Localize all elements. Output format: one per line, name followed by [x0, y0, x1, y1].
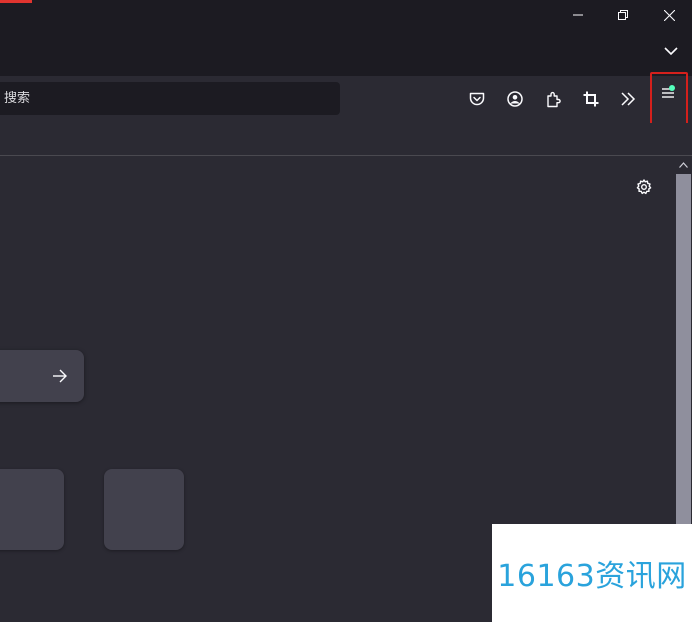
- update-badge-dot: [669, 85, 675, 91]
- bookmarks-toolbar: [0, 123, 692, 156]
- extensions-icon: [547, 91, 561, 107]
- arrow-right-icon: [53, 369, 67, 383]
- account-button[interactable]: [500, 84, 530, 114]
- restore-button[interactable]: [600, 0, 646, 30]
- gear-icon: [636, 179, 652, 195]
- screenshot-crop-icon: [583, 91, 599, 107]
- new-tab-search-box[interactable]: [0, 350, 84, 402]
- url-bar[interactable]: [0, 82, 340, 115]
- search-submit-button[interactable]: [50, 366, 70, 386]
- pocket-icon: [469, 92, 485, 105]
- list-all-tabs-button[interactable]: [658, 38, 684, 64]
- watermark-text: 16163资讯网: [497, 559, 687, 594]
- overflow-chevrons-icon: [621, 92, 636, 106]
- scroll-up-button[interactable]: [675, 156, 692, 173]
- title-bar: [0, 0, 692, 76]
- screenshot-button[interactable]: [576, 84, 606, 114]
- url-input[interactable]: [2, 90, 306, 107]
- more-tools-button[interactable]: [613, 84, 643, 114]
- save-to-pocket-button[interactable]: [462, 84, 492, 114]
- close-icon: [663, 9, 675, 21]
- tab-accent: [0, 0, 32, 3]
- account-icon: [507, 91, 523, 107]
- watermark: 16163资讯网: [492, 524, 692, 622]
- extensions-button[interactable]: [538, 84, 568, 114]
- chevron-down-icon: [664, 46, 678, 55]
- scroll-up-arrow-icon: [679, 161, 688, 168]
- close-button[interactable]: [646, 0, 692, 30]
- personalize-settings-button[interactable]: [632, 175, 656, 199]
- top-site-tile[interactable]: [0, 469, 64, 550]
- top-site-tile[interactable]: [104, 469, 184, 550]
- navigation-toolbar: [0, 76, 692, 123]
- restore-icon: [618, 10, 628, 20]
- minimize-icon: [573, 14, 583, 16]
- minimize-button[interactable]: [555, 0, 601, 30]
